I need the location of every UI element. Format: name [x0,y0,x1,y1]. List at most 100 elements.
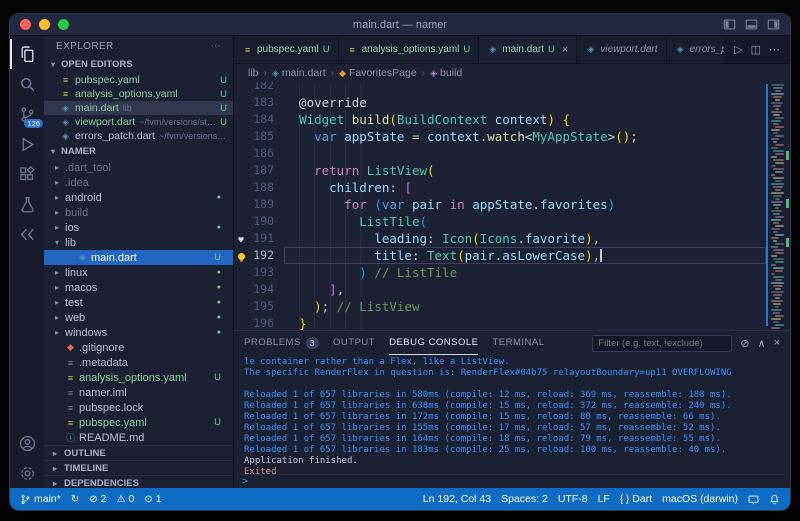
file-main-dart[interactable]: ◈main.dartU [44,250,233,265]
folder-macos[interactable]: ▸macos● [44,280,233,295]
debug-console-output[interactable]: le container rather than a Flex, like a … [234,355,790,474]
status-notifications[interactable] [769,494,780,505]
open-editor-main-dart[interactable]: ◈main.dartlibU [44,101,233,115]
status-sync[interactable]: ↻ [71,494,79,505]
minimize-window-button[interactable] [39,19,50,30]
file-gitignore[interactable]: ◆.gitignore [44,340,233,355]
code-text[interactable]: leading: Icon(Icons.favorite), [284,230,766,247]
code-text[interactable]: Widget build(BuildContext context) { [284,111,766,128]
folder-dart-tool[interactable]: ▸.dart_tool [44,160,233,175]
activity-extensions[interactable] [10,159,44,189]
open-editor-analysis-options-yaml[interactable]: ≡analysis_options.yamlU [44,87,233,101]
status-platform[interactable]: macOS (darwin) [662,493,738,505]
folder-android[interactable]: ▸android● [44,190,233,205]
maximize-panel-icon[interactable]: ∧ [758,337,766,350]
lightbulb-icon[interactable] [238,253,245,260]
open-editor-pubspec-yaml[interactable]: ≡pubspec.yamlU [44,73,233,87]
debug-console-input[interactable]: > [240,474,784,488]
activity-account[interactable] [10,428,44,458]
layout-sidebar-icon[interactable] [723,18,736,31]
folder-tree-header[interactable]: ▾ NAMER [44,143,233,160]
code-text[interactable]: for (var pair in appState.favorites) [284,196,766,213]
code-text[interactable] [284,145,766,162]
code-text[interactable] [284,82,766,94]
code-text[interactable]: ); // ListView [284,298,766,315]
close-panel-icon[interactable]: × [774,337,780,350]
git-status-badge: U [220,75,227,86]
folder-build[interactable]: ▸build [44,205,233,220]
code-editor[interactable]: 182183 @override184 Widget build(BuildCo… [234,82,790,330]
status-cursor-position[interactable]: Ln 192, Col 43 [423,493,491,505]
code-text[interactable]: ListTile( [284,213,766,230]
folder-linux[interactable]: ▸linux● [44,265,233,280]
activity-explorer[interactable] [10,39,44,69]
file-metadata[interactable]: ≡.metadata [44,355,233,370]
layout-secondary-sidebar-icon[interactable] [767,18,780,31]
file-readme-md[interactable]: ⓘREADME.md [44,430,233,445]
tab-analysis-options-yaml[interactable]: ≡analysis_options.yamlU [339,36,480,63]
clear-console-icon[interactable]: ⊘ [740,337,749,350]
status-screencast[interactable] [748,494,759,505]
breadcrumb-main-dart[interactable]: ◈ main.dart [272,67,326,79]
status-branch[interactable]: main* [20,493,61,505]
activity-settings[interactable] [10,458,44,488]
activity-references[interactable] [10,219,44,249]
folder-idea[interactable]: ▸.idea [44,175,233,190]
section-dependencies[interactable]: ▸DEPENDENCIES [44,475,233,488]
panel-tab-problems[interactable]: PROBLEMS3 [244,331,319,355]
layout-panel-icon[interactable] [745,18,758,31]
file-pubspec-lock[interactable]: ≡pubspec.lock [44,400,233,415]
code-text[interactable]: title: Text(pair.asLowerCase), [284,247,766,264]
status-warnings[interactable]: ⚠0 [116,493,134,505]
split-editor-icon[interactable]: ◫ [751,43,761,56]
tab-viewport-dart[interactable]: ◈viewport.dart [577,36,666,63]
folder-web[interactable]: ▸web● [44,310,233,325]
code-text[interactable]: var appState = context.watch<MyAppState>… [284,128,766,145]
panel-tab-terminal[interactable]: TERMINAL [492,331,544,355]
close-window-button[interactable] [20,19,31,30]
code-text[interactable]: } [284,315,766,330]
status-encoding[interactable]: UTF-8 [558,493,588,505]
status-indentation[interactable]: Spaces: 2 [501,493,548,505]
more-actions-icon[interactable]: ⋯ [769,43,780,56]
panel-tab-debug-console[interactable]: DEBUG CONSOLE [389,331,478,355]
activity-search[interactable] [10,69,44,99]
folder-lib[interactable]: ▾lib [44,235,233,250]
sidebar-more-actions-icon[interactable]: ⋯ [211,41,221,52]
code-text[interactable]: @override [284,94,766,111]
breadcrumb-build[interactable]: ◈ build [430,67,462,79]
code-text[interactable]: ], [284,281,766,298]
file-analysis-options-yaml[interactable]: ≡analysis_options.yamlU [44,370,233,385]
run-icon[interactable]: ▷ [734,43,742,56]
code-text[interactable]: children: [ [284,179,766,196]
status-errors[interactable]: ⊘2 [89,493,106,505]
tab-errors-patch-dart[interactable]: ◈errors_patch.dart [667,36,725,63]
file-namer-iml[interactable]: ≡namer.iml [44,385,233,400]
activity-run-and-debug[interactable] [10,129,44,159]
breadcrumb-lib[interactable]: lib [248,67,259,79]
tab-main-dart[interactable]: ◈main.dartU× [479,36,577,63]
open-editor-errors-patch-dart[interactable]: ◈errors_patch.dart~/fvm/versions/stable/… [44,129,233,143]
breadcrumb-favoritespage[interactable]: ◆ FavoritesPage [339,67,417,79]
code-text[interactable]: ) // ListTile [284,264,766,281]
open-editors-header[interactable]: ▾ OPEN EDITORS [44,56,233,73]
zoom-window-button[interactable] [58,19,69,30]
open-editor-viewport-dart[interactable]: ◈viewport.dart~/fvm/versions/stable/pack… [44,115,233,129]
status-eol[interactable]: LF [598,493,610,505]
status-ports[interactable]: ⊙1 [144,493,161,505]
folder-ios[interactable]: ▸ios● [44,220,233,235]
folder-windows[interactable]: ▸windows● [44,325,233,340]
tab-pubspec-yaml[interactable]: ≡pubspec.yamlU [234,36,339,63]
section-timeline[interactable]: ▸TIMELINE [44,460,233,475]
activity-source-control[interactable]: 126 [10,99,44,129]
folder-test[interactable]: ▸test● [44,295,233,310]
panel-tab-output[interactable]: OUTPUT [333,331,375,355]
close-icon[interactable]: × [562,44,568,56]
status-language-mode[interactable]: { }Dart [620,493,652,505]
minimap[interactable] [766,82,790,330]
file-pubspec-yaml[interactable]: ≡pubspec.yamlU [44,415,233,430]
section-outline[interactable]: ▸OUTLINE [44,445,233,460]
activity-testing[interactable] [10,189,44,219]
console-filter-input[interactable] [592,335,732,352]
code-text[interactable]: return ListView( [284,162,766,179]
